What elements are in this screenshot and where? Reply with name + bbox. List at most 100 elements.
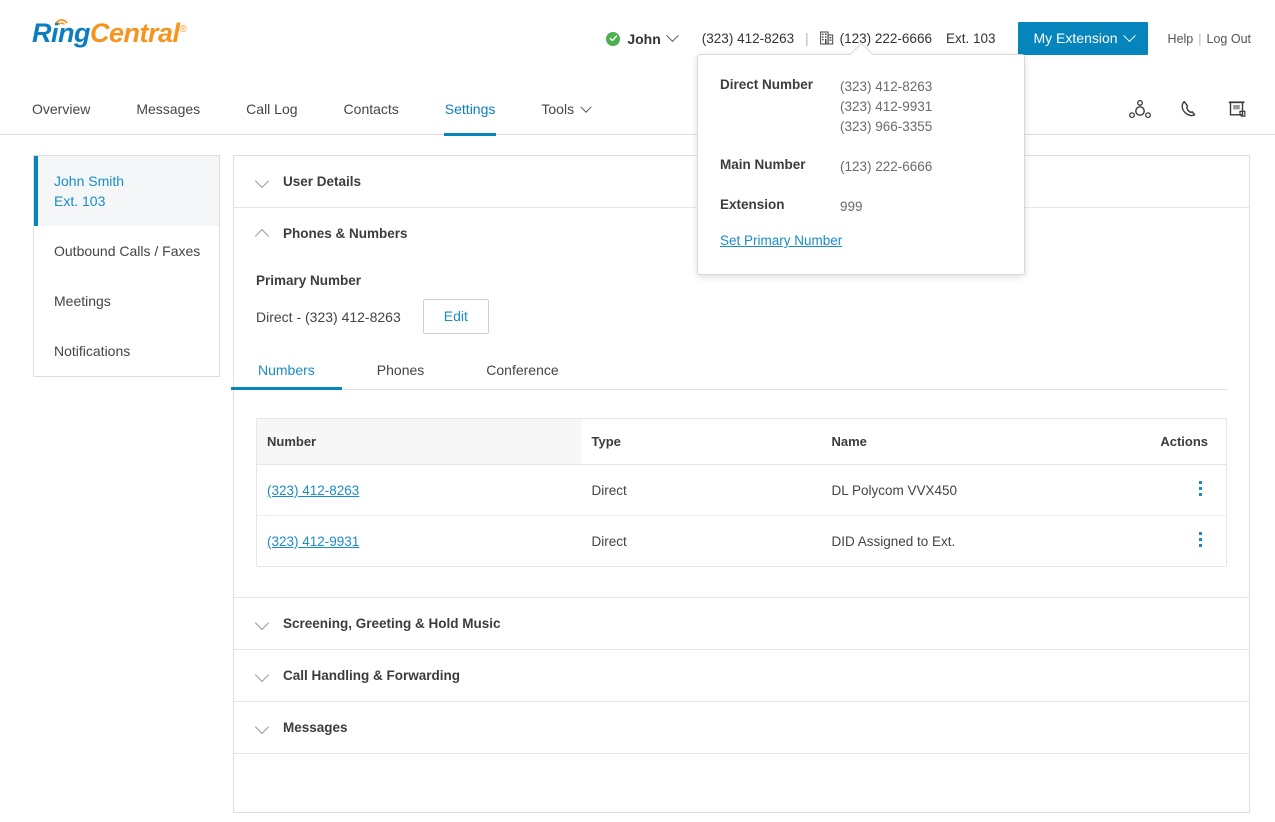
cell-name: DL Polycom VVX450 [822, 465, 1117, 516]
number-link[interactable]: (323) 412-8263 [267, 483, 359, 498]
settings-sidebar: John Smith Ext. 103 Outbound Calls / Fax… [33, 155, 220, 377]
section-title: Messages [283, 720, 348, 735]
nav-item-settings[interactable]: Settings [445, 72, 496, 135]
chevron-down-icon [256, 617, 269, 630]
cell-number: (323) 412-9931 [257, 516, 582, 567]
tab-numbers[interactable]: Numbers [256, 356, 317, 389]
sidebar-item-user[interactable]: John Smith Ext. 103 [34, 156, 219, 226]
popover-main-number-values: (123) 222-6666 [840, 157, 1000, 197]
chevron-up-icon [256, 227, 269, 240]
help-logout-links: Help | Log Out [1168, 32, 1251, 46]
column-header-actions: Actions [1117, 419, 1227, 465]
chevron-down-icon [1123, 29, 1136, 42]
tab-phones[interactable]: Phones [375, 356, 426, 389]
my-extension-label: My Extension [1034, 31, 1118, 45]
popover-main-number-value: (123) 222-6666 [840, 157, 1000, 177]
chevron-down-icon [580, 102, 591, 113]
primary-number-row: Direct - (323) 412-8263 Edit [256, 299, 1227, 334]
phone-icon[interactable] [1179, 99, 1200, 125]
section-title: Call Handling & Forwarding [283, 668, 460, 683]
set-primary-number-link[interactable]: Set Primary Number [720, 233, 842, 248]
signal-arc-icon [55, 16, 68, 25]
table-bottom-spacer [256, 567, 1227, 597]
page-body: John Smith Ext. 103 Outbound Calls / Fax… [0, 135, 1275, 813]
column-header-type: Type [582, 419, 822, 465]
kebab-menu-icon[interactable] [1192, 481, 1208, 496]
logout-link[interactable]: Log Out [1207, 32, 1251, 46]
sidebar-item-notifications[interactable]: Notifications [34, 326, 219, 376]
main-navigation: Overview Messages Call Log Contacts Sett… [0, 72, 1275, 135]
popover-main-number-label: Main Number [720, 157, 840, 197]
logo-registered-mark: ® [180, 24, 187, 35]
sidebar-item-label: Outbound Calls / Faxes [54, 243, 200, 259]
extension-numbers-popover: Direct Number (323) 412-8263 (323) 412-9… [697, 54, 1025, 275]
nav-label: Messages [136, 101, 200, 117]
cell-actions [1117, 516, 1227, 567]
help-logout-separator: | [1198, 32, 1201, 46]
sidebar-item-label: Notifications [54, 343, 130, 359]
section-title: Screening, Greeting & Hold Music [283, 616, 501, 631]
sidebar-user-ext: Ext. 103 [54, 191, 219, 211]
popover-direct-number-label: Direct Number [720, 77, 840, 157]
header-right-cluster: John (323) 412-8263 | (123) 222-6666 Ext… [606, 22, 1251, 55]
nav-item-messages[interactable]: Messages [136, 72, 200, 135]
nav-icon-group [1129, 99, 1247, 125]
primary-number-value: Direct - (323) 412-8263 [256, 309, 401, 325]
table-header-row: Number Type Name Actions [257, 419, 1227, 465]
numbers-table: Number Type Name Actions (323) 412-8263 … [256, 418, 1227, 567]
check-circle-icon [606, 32, 620, 46]
ringcentral-logo[interactable]: RingCentral® [32, 20, 186, 47]
section-screening-greeting-hold-music[interactable]: Screening, Greeting & Hold Music [234, 598, 1249, 650]
edit-primary-number-button[interactable]: Edit [423, 299, 489, 334]
header-user-name[interactable]: John [627, 31, 660, 47]
header-extension: Ext. 103 [946, 31, 996, 46]
chevron-down-icon [256, 721, 269, 734]
numbers-tabs: Numbers Phones Conference [256, 356, 1227, 390]
chevron-down-icon [256, 669, 269, 682]
help-link[interactable]: Help [1168, 32, 1194, 46]
conference-icon[interactable] [1129, 100, 1151, 124]
chevron-down-icon [256, 175, 269, 188]
nav-item-contacts[interactable]: Contacts [344, 72, 399, 135]
my-extension-button[interactable]: My Extension [1018, 22, 1148, 55]
kebab-menu-icon[interactable] [1192, 532, 1208, 547]
column-header-name: Name [822, 419, 1117, 465]
cell-number: (323) 412-8263 [257, 465, 582, 516]
chevron-down-icon[interactable] [666, 29, 679, 42]
sidebar-item-meetings[interactable]: Meetings [34, 276, 219, 326]
primary-number-label: Primary Number [256, 273, 1227, 288]
column-header-number: Number [257, 419, 582, 465]
header-main-number: (123) 222-6666 [840, 31, 932, 46]
section-call-handling-forwarding[interactable]: Call Handling & Forwarding [234, 650, 1249, 702]
nav-label: Overview [32, 101, 90, 117]
popover-extension-label: Extension [720, 197, 840, 231]
section-messages[interactable]: Messages [234, 702, 1249, 754]
cell-type: Direct [582, 465, 822, 516]
top-header: RingCentral® John (323) 412-8263 | (123 [0, 0, 1275, 72]
tab-conference[interactable]: Conference [484, 356, 560, 389]
table-row: (323) 412-9931 Direct DID Assigned to Ex… [257, 516, 1227, 567]
popover-extension-value: 999 [840, 197, 1000, 217]
nav-item-overview[interactable]: Overview [32, 72, 90, 135]
phones-and-numbers-body: Primary Number Direct - (323) 412-8263 E… [234, 273, 1249, 597]
cell-type: Direct [582, 516, 822, 567]
logo-central-text: Central [90, 18, 180, 48]
cell-name: DID Assigned to Ext. [822, 516, 1117, 567]
sidebar-user-name: John Smith [54, 173, 124, 189]
sidebar-item-outbound-calls-faxes[interactable]: Outbound Calls / Faxes [34, 226, 219, 276]
nav-label: Call Log [246, 101, 297, 117]
section-title: User Details [283, 174, 361, 189]
header-direct-number: (323) 412-8263 [702, 31, 794, 46]
popover-direct-number-1: (323) 412-8263 [840, 77, 1000, 97]
popover-extension-values: 999 [840, 197, 1000, 231]
fax-icon[interactable] [1228, 99, 1247, 125]
nav-label: Tools [541, 101, 574, 117]
nav-item-tools[interactable]: Tools [541, 72, 590, 135]
number-link[interactable]: (323) 412-9931 [267, 534, 359, 549]
popover-grid: Direct Number (323) 412-8263 (323) 412-9… [720, 77, 1000, 231]
nav-label: Contacts [344, 101, 399, 117]
nav-item-call-log[interactable]: Call Log [246, 72, 297, 135]
header-separator: | [805, 31, 809, 46]
sidebar-item-label: Meetings [54, 293, 111, 309]
popover-direct-number-2: (323) 412-9931 [840, 97, 1000, 117]
